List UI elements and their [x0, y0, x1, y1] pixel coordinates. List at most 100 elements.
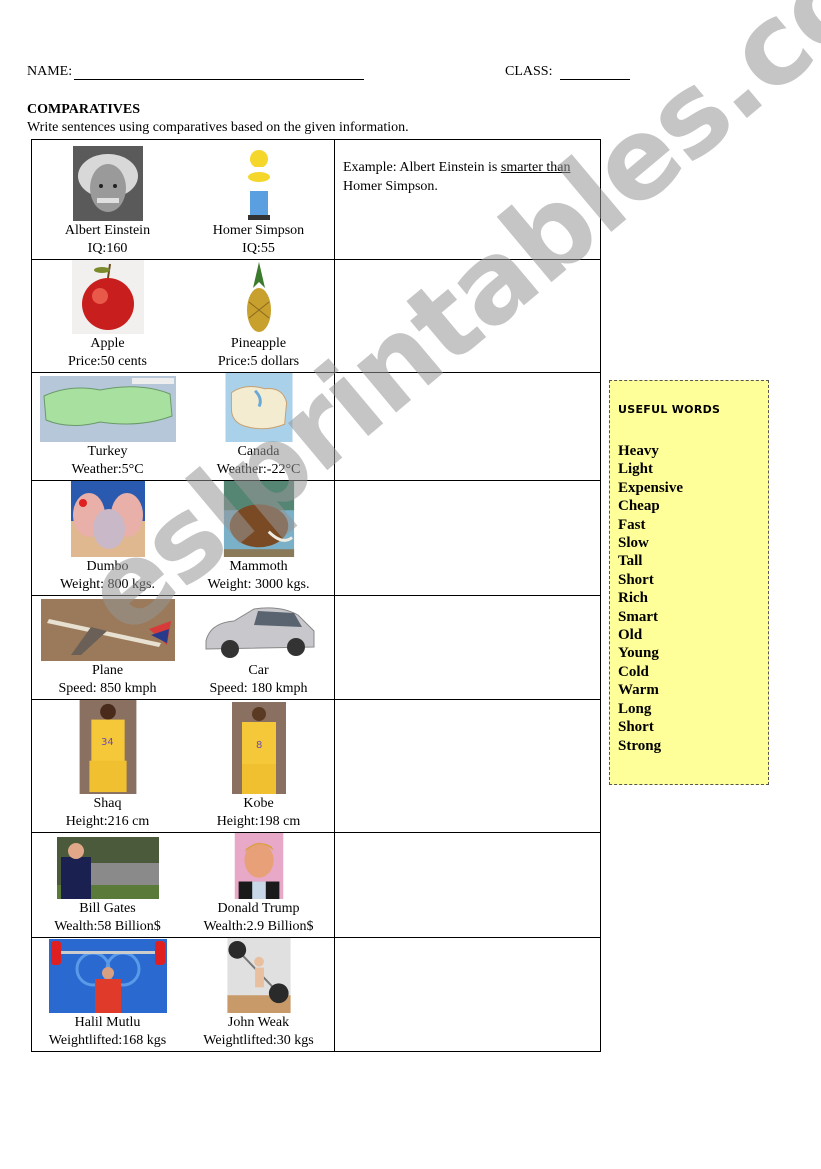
item-name: Pineapple	[230, 336, 287, 351]
item-info: Weightlifted:168 kgs	[48, 1033, 167, 1048]
mammoth-cartoon	[223, 481, 294, 557]
item-info: Price:50 cents	[68, 354, 147, 369]
comparison-table: Albert Einstein IQ:160 Homer Simpson IQ:55 E…	[31, 139, 601, 1052]
apple-photo	[71, 260, 144, 334]
class-label: CLASS:	[505, 64, 553, 79]
useful-word: Short	[618, 571, 654, 588]
item-info: Weather:-22°C	[216, 462, 301, 477]
answer-cell[interactable]	[334, 259, 601, 373]
table-row: Bill Gates Wealth:58 Billion$ Donald Trump…	[31, 832, 601, 938]
item-name: Kobe	[243, 796, 274, 811]
useful-word: Cold	[618, 663, 649, 680]
item-name: Donald Trump	[217, 901, 300, 916]
useful-words-list: Heavy Light Expensive Cheap Fast Slow Tall Shor…	[618, 442, 760, 755]
shaq-photo: 34	[79, 700, 136, 794]
useful-word: Old	[618, 627, 643, 644]
item-right: Car Speed: 180 kmph	[183, 596, 334, 699]
item-info: Weather:5°C	[71, 462, 144, 477]
useful-word: Rich	[618, 590, 648, 607]
answer-cell[interactable]	[334, 372, 601, 481]
useful-word: Cheap	[618, 498, 660, 515]
useful-word: Fast	[618, 516, 646, 533]
item-name: Albert Einstein	[64, 223, 151, 238]
comparison-pair-cell: Halil Mutlu Weightlifted:168 kgs John Weak…	[31, 937, 335, 1052]
table-row: Dumbo Weight: 800 kgs. Mammoth Weight: 3000…	[31, 480, 601, 596]
table-row: Albert Einstein IQ:160 Homer Simpson IQ:55 E…	[31, 139, 601, 260]
name-label: NAME:	[27, 64, 73, 79]
useful-word: Expensive	[618, 479, 684, 496]
item-info: Height:198 cm	[216, 814, 301, 829]
comparison-pair-cell: Dumbo Weight: 800 kgs. Mammoth Weight: 3000…	[31, 480, 335, 596]
useful-word: Strong	[618, 737, 662, 754]
answer-cell[interactable]	[334, 937, 601, 1052]
einstein-photo	[72, 146, 143, 221]
useful-word: Heavy	[618, 443, 659, 459]
comparison-pair-cell: Turkey Weather:5°C Canada Weather:-22°C	[31, 372, 335, 481]
item-info: Price:5 dollars	[217, 354, 300, 369]
name-blank-line[interactable]	[74, 67, 365, 80]
item-info: Speed: 180 kmph	[209, 681, 308, 696]
table-row: Plane Speed: 850 kmph Car Speed: 180 kmph	[31, 595, 601, 700]
answer-cell[interactable]	[334, 480, 601, 596]
answer-cell[interactable]	[334, 699, 601, 833]
item-info: Speed: 850 kmph	[58, 681, 157, 696]
item-left: Halil Mutlu Weightlifted:168 kgs	[32, 938, 183, 1051]
instructions: Write sentences using comparatives based…	[27, 120, 409, 135]
item-right: Pineapple Price:5 dollars	[183, 260, 334, 372]
item-name: Apple	[90, 336, 125, 351]
plane-photo	[40, 599, 175, 661]
answer-cell[interactable]	[334, 832, 601, 938]
answer-cell[interactable]	[334, 595, 601, 700]
example-comparative: smarter than	[500, 160, 571, 175]
item-info: Weight: 3000 kgs.	[207, 577, 310, 592]
comparison-pair-cell: Albert Einstein IQ:160 Homer Simpson IQ:55	[31, 139, 335, 260]
table-row: 34 Shaq Height:216 cm 8 Kobe Height:198 cm	[31, 699, 601, 833]
item-left: Apple Price:50 cents	[32, 260, 183, 372]
turkey-map	[39, 376, 176, 442]
useful-word: Tall	[618, 553, 643, 570]
comparison-pair-cell: Plane Speed: 850 kmph Car Speed: 180 kmph	[31, 595, 335, 700]
dumbo-cartoon	[70, 481, 145, 557]
useful-word: Warm	[618, 682, 659, 699]
useful-words-box: USEFUL WORDS Heavy Light Expensive Cheap Fas…	[609, 380, 769, 785]
answer-cell[interactable]: Example: Albert Einstein is smarter than…	[334, 139, 601, 260]
donald-trump-photo	[234, 833, 283, 899]
item-name: Turkey	[87, 444, 128, 459]
item-info: Wealth:2.9 Billion$	[203, 919, 314, 934]
item-name: Bill Gates	[79, 901, 136, 916]
item-info: Height:216 cm	[65, 814, 150, 829]
useful-word: Slow	[618, 535, 649, 552]
pineapple-photo	[246, 262, 271, 332]
item-name: Car	[248, 663, 269, 678]
item-name: Shaq	[93, 796, 122, 811]
item-name: Dumbo	[86, 559, 129, 574]
comparison-pair-cell: Apple Price:50 cents Pineapple Price:5 doll…	[31, 259, 335, 373]
item-right: Mammoth Weight: 3000 kgs.	[183, 481, 334, 595]
item-name: Plane	[91, 663, 124, 678]
item-info: Weight: 800 kgs.	[60, 577, 155, 592]
worksheet-title: COMPARATIVES	[27, 102, 141, 117]
kobe-photo: 8	[231, 702, 286, 794]
item-name: Halil Mutlu	[74, 1015, 141, 1030]
useful-word: Short	[618, 719, 654, 736]
class-field: CLASS:	[505, 64, 631, 80]
useful-word: Long	[618, 700, 652, 717]
item-name: Homer Simpson	[212, 223, 305, 238]
item-info: Wealth:58 Billion$	[54, 919, 161, 934]
example-prefix: Example: Albert Einstein is	[343, 160, 501, 175]
car-photo	[205, 607, 314, 658]
bill-gates-photo	[56, 837, 159, 899]
class-blank-line[interactable]	[560, 67, 631, 80]
weak-man-cartoon	[226, 938, 291, 1013]
item-right: Canada Weather:-22°C	[183, 373, 334, 480]
svg-text:8: 8	[256, 740, 262, 751]
comparison-pair-cell: 34 Shaq Height:216 cm 8 Kobe Height:198 cm	[31, 699, 335, 833]
item-right: 8 Kobe Height:198 cm	[183, 700, 334, 832]
item-name: Mammoth	[229, 559, 288, 574]
item-name: Canada	[237, 444, 280, 459]
table-row: Apple Price:50 cents Pineapple Price:5 doll…	[31, 259, 601, 373]
item-left: Bill Gates Wealth:58 Billion$	[32, 833, 183, 937]
table-row: Halil Mutlu Weightlifted:168 kgs John Weak…	[31, 937, 601, 1052]
item-info: IQ:55	[242, 241, 275, 256]
svg-text:34: 34	[101, 737, 113, 748]
